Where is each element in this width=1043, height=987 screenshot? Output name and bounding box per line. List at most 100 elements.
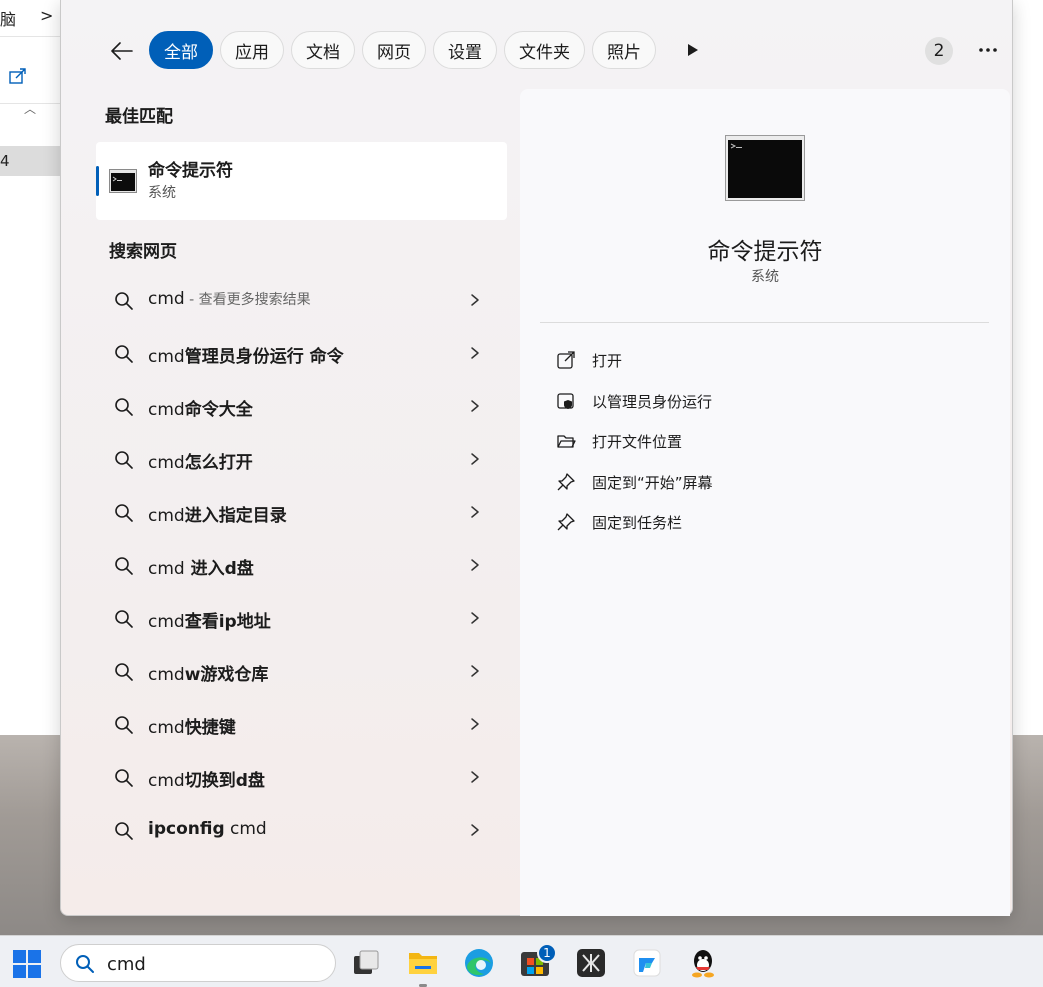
search-icon <box>76 955 94 973</box>
web-result-item[interactable]: cmdw游戏仓库 <box>96 645 507 698</box>
web-result-item[interactable]: cmd进入指定目录 <box>96 486 507 539</box>
web-result-prefix: cmd <box>148 771 185 791</box>
chevron-right-icon <box>471 400 479 412</box>
web-result-suggestion: cmd <box>224 819 267 839</box>
chevron-up-icon: ︿ <box>24 102 37 116</box>
detail-app-type: 系统 <box>751 269 779 285</box>
web-result-label: ipconfig cmd <box>148 819 267 839</box>
taskbar-app-k[interactable] <box>574 946 608 980</box>
web-result-prefix: cmd <box>148 718 185 738</box>
search-icon <box>115 398 133 416</box>
action-run-as-admin[interactable]: 以管理员身份运行 <box>552 381 972 422</box>
web-result-prefix: cmd <box>148 400 185 420</box>
web-result-label: cmd切换到d盘 <box>148 766 265 791</box>
search-icon <box>115 716 133 734</box>
windows-start-icon[interactable] <box>12 949 42 979</box>
web-results-list: cmd - 查看更多搜索结果 cmd管理员身份运行 命令 cmd命令大全 cmd怎么打… <box>96 274 507 857</box>
web-result-prefix: cmd <box>148 453 185 473</box>
taskbar-qq[interactable] <box>686 946 720 980</box>
ellipsis-icon <box>979 48 997 52</box>
action-pin-to-start[interactable]: 固定到“开始”屏幕 <box>552 462 972 503</box>
chevron-right-icon <box>471 612 479 624</box>
taskbar-file-explorer[interactable] <box>406 946 440 987</box>
web-result-item[interactable]: ipconfig cmd <box>96 804 507 857</box>
web-result-suggestion: 命令大全 <box>184 400 253 420</box>
search-icon <box>115 663 133 681</box>
more-tabs-button[interactable] <box>681 38 705 62</box>
web-result-label: cmd查看ip地址 <box>148 607 271 632</box>
chevron-right-icon <box>471 665 479 677</box>
tab-documents[interactable]: 文档 <box>291 31 355 69</box>
file-explorer-icon <box>409 953 437 974</box>
open-external-icon <box>557 351 575 369</box>
web-result-item[interactable]: cmd管理员身份运行 命令 <box>96 327 507 380</box>
web-result-prefix: cmd <box>148 665 185 685</box>
web-result-label: cmd快捷键 <box>148 713 236 738</box>
detail-pane: 命令提示符 系统 打开 以管理员身份运行 打开文件位置 固定到“开始”屏幕 固定… <box>520 89 1010 916</box>
chevron-right-icon <box>471 771 479 783</box>
play-triangle-icon <box>688 44 698 56</box>
search-icon <box>115 504 133 522</box>
taskbar-feishu[interactable] <box>630 946 664 980</box>
web-result-suggestion: 怎么打开 <box>184 453 253 473</box>
taskbar-search-box[interactable]: cmd <box>60 944 336 982</box>
web-result-suggestion: 管理员身份运行 命令 <box>184 347 344 367</box>
chevron-right-icon <box>471 506 479 518</box>
tab-photos[interactable]: 照片 <box>592 31 656 69</box>
filter-tabs: 全部 应用 文档 网页 设置 文件夹 照片 <box>149 31 656 69</box>
qq-icon <box>692 950 714 978</box>
web-result-item[interactable]: cmd怎么打开 <box>96 433 507 486</box>
action-open[interactable]: 打开 <box>552 340 972 381</box>
search-panel: 全部 应用 文档 网页 设置 文件夹 照片 2 最佳匹配 命令提示符 系统 搜索… <box>60 0 1013 916</box>
taskbar-edge[interactable] <box>462 946 496 980</box>
best-match-name: 命令提示符 <box>148 161 233 181</box>
store-notification-badge: 1 <box>537 943 557 963</box>
best-match-heading: 最佳匹配 <box>105 107 173 127</box>
web-result-item[interactable]: cmd 进入d盘 <box>96 539 507 592</box>
chevron-right-icon <box>471 347 479 359</box>
action-open-label: 打开 <box>592 352 623 370</box>
back-button[interactable] <box>105 36 139 66</box>
tab-all[interactable]: 全部 <box>149 31 213 69</box>
edge-icon <box>465 949 493 977</box>
web-result-item[interactable]: cmd命令大全 <box>96 380 507 433</box>
search-icon <box>115 292 133 310</box>
tab-folders[interactable]: 文件夹 <box>504 31 585 69</box>
search-icon <box>115 451 133 469</box>
web-result-item[interactable]: cmd - 查看更多搜索结果 <box>96 274 507 327</box>
tab-settings[interactable]: 设置 <box>433 31 497 69</box>
tab-web[interactable]: 网页 <box>362 31 426 69</box>
action-pin-to-start-label: 固定到“开始”屏幕 <box>592 473 713 492</box>
tab-apps[interactable]: 应用 <box>220 31 284 69</box>
web-result-label: cmd 进入d盘 <box>148 554 254 579</box>
web-result-prefix: cmd <box>148 612 185 632</box>
web-result-label: cmd管理员身份运行 命令 <box>148 342 344 367</box>
action-pin-to-taskbar[interactable]: 固定到任务栏 <box>552 502 972 543</box>
action-run-as-admin-label: 以管理员身份运行 <box>592 392 713 411</box>
web-result-item[interactable]: cmd查看ip地址 <box>96 592 507 645</box>
best-match-item[interactable]: 命令提示符 系统 <box>96 142 507 220</box>
chevron-right-icon <box>471 453 479 465</box>
pin-icon <box>557 472 575 490</box>
task-view-icon <box>354 950 379 974</box>
web-result-label: cmd进入指定目录 <box>148 501 287 526</box>
shield-admin-icon <box>557 392 574 409</box>
web-result-suggestion: 快捷键 <box>184 718 236 738</box>
taskbar-task-view[interactable] <box>350 946 384 980</box>
search-icon <box>115 345 133 363</box>
web-result-prefix: ipconfig <box>148 819 225 839</box>
web-result-hint: - 查看更多搜索结果 <box>184 292 311 308</box>
web-result-item[interactable]: cmd快捷键 <box>96 698 507 751</box>
command-prompt-large-icon <box>725 135 805 201</box>
chevron-right-icon <box>471 559 479 571</box>
rewards-count-badge[interactable]: 2 <box>925 37 953 65</box>
feishu-icon <box>633 949 661 977</box>
folder-open-icon <box>557 435 576 448</box>
web-result-item[interactable]: cmd切换到d盘 <box>96 751 507 804</box>
search-icon <box>115 769 133 787</box>
taskbar-search-input[interactable]: cmd <box>107 954 146 975</box>
more-options-button[interactable] <box>973 36 1003 64</box>
web-result-suggestion: 进入指定目录 <box>184 506 287 526</box>
arrow-left-icon <box>111 42 133 60</box>
action-open-file-location[interactable]: 打开文件位置 <box>552 421 972 462</box>
